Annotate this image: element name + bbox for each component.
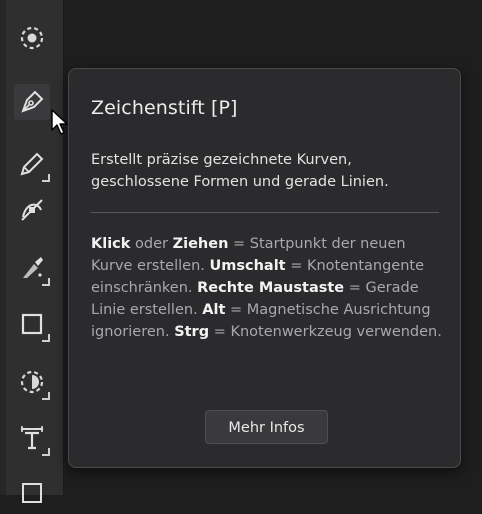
submenu-corner-icon <box>42 448 50 456</box>
help-key: Rechte Maustaste <box>197 280 345 296</box>
help-text: = Knotenwerkzeug verwenden. <box>209 324 442 340</box>
help-key: Umschalt <box>209 258 286 274</box>
submenu-corner-icon <box>42 174 50 182</box>
pencil-tool[interactable] <box>14 146 50 182</box>
help-key: Strg <box>174 324 210 340</box>
help-text: oder <box>130 236 173 252</box>
mouse-cursor-icon <box>51 109 68 135</box>
pen-tool[interactable] <box>14 84 50 120</box>
transparency-tool[interactable] <box>14 364 50 400</box>
selection-brush-tool[interactable] <box>14 20 50 56</box>
tooltip-description: Erstellt präzise gezeichnete Kurven, ges… <box>91 152 389 190</box>
rectangle-tool[interactable] <box>14 306 50 342</box>
selection-brush-icon <box>20 26 44 50</box>
node-tool-icon <box>21 199 43 221</box>
tooltip-divider <box>91 212 439 213</box>
artistic-text-tool-icon <box>22 483 42 503</box>
tool-tooltip: Zeichenstift [P] Erstellt präzise gezeic… <box>68 68 461 468</box>
toolbar-edge <box>0 0 6 495</box>
artistic-text-tool[interactable] <box>14 478 50 514</box>
frame-text-tool[interactable] <box>14 420 50 456</box>
more-info-button[interactable]: Mehr Infos <box>205 410 328 444</box>
tools-toolbar <box>0 0 64 503</box>
help-key: Ziehen <box>172 236 229 252</box>
submenu-corner-icon <box>42 334 50 342</box>
tooltip-help-text: Klick oder Ziehen = Startpunkt der neuen… <box>91 233 451 343</box>
vector-brush-tool[interactable] <box>14 250 50 286</box>
tooltip-title: Zeichenstift [P] <box>91 97 238 119</box>
node-tool[interactable] <box>14 192 50 228</box>
submenu-corner-icon <box>42 392 50 400</box>
help-key: Klick <box>91 236 131 252</box>
pen-tool-icon <box>21 90 44 113</box>
help-key: Alt <box>202 302 226 318</box>
submenu-corner-icon <box>42 278 50 286</box>
